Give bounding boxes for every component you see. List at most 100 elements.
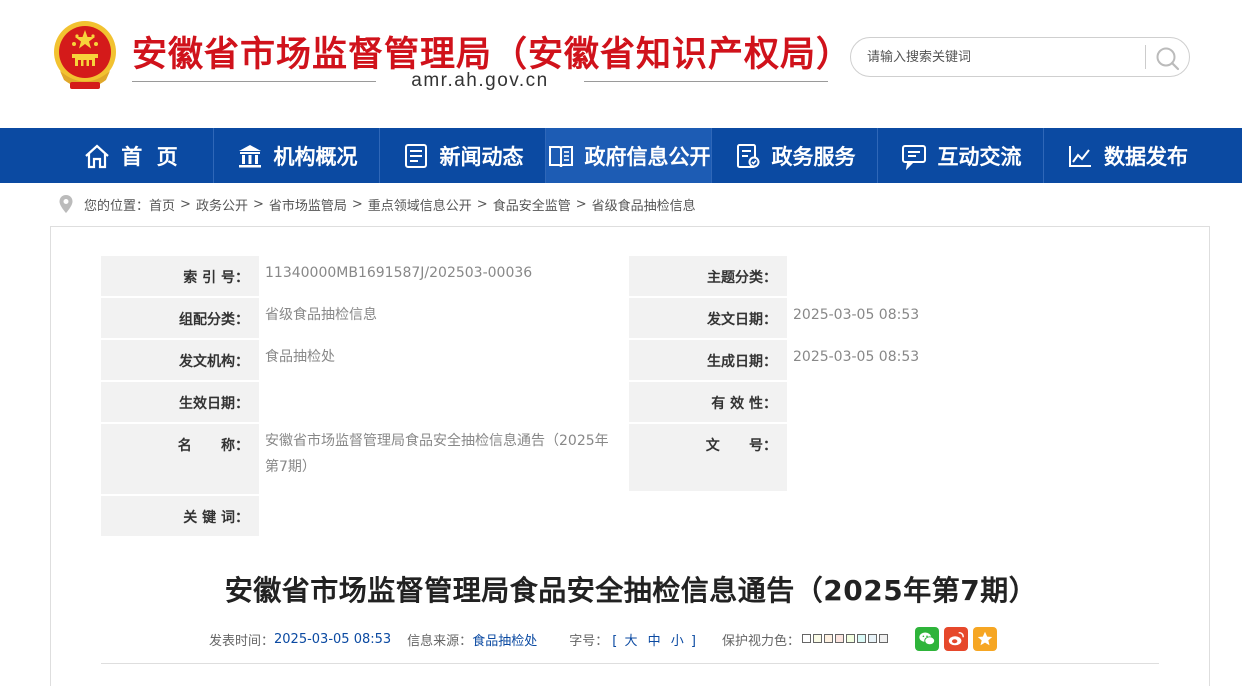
font-size-small-button[interactable]: 小 [671,634,684,649]
source-label: 信息来源： [407,633,473,649]
meta-category-value: 省级食品抽检信息 [259,293,629,333]
metadata-row: 索 引 号： 11340000MB1691587J/202503-00036 主… [101,251,1159,296]
meta-label: 名 称： [101,424,259,494]
eye-care-swatch[interactable] [857,633,866,643]
metadata-row: 名 称： 安徽省市场监督管理局食品安全抽检信息通告（2025年第7期） 文 号： [101,419,1159,494]
meta-gen-date-value: 2025-03-05 08:53 [787,335,1159,375]
nav-label: 机构概况 [273,144,358,169]
meta-label: 发文日期： [629,298,787,338]
breadcrumb-gov-affairs[interactable]: 政务公开 [196,195,248,214]
search-icon [1156,47,1180,71]
meta-topic-value [787,251,1159,291]
eye-care-label: 保护视力色： [721,633,800,649]
metadata-row: 关 键 词： [101,491,1159,536]
publish-label: 发表时间： [209,633,275,649]
publish-time: 2025-03-05 08:53 [274,631,392,647]
breadcrumb-food-safety[interactable]: 食品安全监管 [493,195,571,214]
breadcrumb-separator: > [252,196,264,212]
nav-item-home[interactable]: 首 页 [48,128,214,183]
breadcrumb-key-areas[interactable]: 重点领域信息公开 [368,195,472,214]
chart-icon [1069,145,1091,167]
metadata-row: 组配分类： 省级食品抽检信息 发文日期： 2025-03-05 08:53 [101,293,1159,338]
eye-care-swatch[interactable] [813,633,822,643]
source-value: 食品抽检处 [472,633,538,649]
meta-label: 关 键 词： [101,496,259,536]
chat-icon [901,144,926,170]
eye-care-swatch[interactable] [846,633,855,643]
font-bracket-close: ] [690,633,696,649]
meta-issue-date-value: 2025-03-05 08:53 [787,293,1159,333]
eye-care-swatch[interactable] [824,633,833,643]
site-domain: amr.ah.gov.cn [132,70,828,92]
eye-care-swatch[interactable] [868,633,877,643]
domain-right-rule [584,81,828,82]
article-title: 安徽省市场监督管理局食品安全抽检信息通告（2025年第7期） [224,574,1038,607]
search-button[interactable] [1153,44,1183,72]
font-bracket-open: [ [612,633,618,649]
eye-care-swatch[interactable] [802,633,811,643]
search-input[interactable] [867,46,1137,68]
nav-label: 互动交流 [937,144,1022,169]
main-nav: 首 页 机构概况 新闻动态 政府信息公开 政务服务 互动交流 数据发布 [0,128,1242,183]
book-icon [548,145,573,167]
meta-label: 生效日期： [101,382,259,422]
meta-label: 主题分类： [629,256,787,296]
breadcrumb-current[interactable]: 省级食品抽检信息 [592,195,696,214]
meta-label: 索 引 号： [101,256,259,296]
nav-item-news[interactable]: 新闻动态 [380,128,546,183]
share-wechat-button[interactable] [915,627,939,651]
content-panel: 索 引 号： 11340000MB1691587J/202503-00036 主… [50,226,1210,686]
font-size-large-button[interactable]: 大 [624,634,637,649]
meta-org-value: 食品抽检处 [259,335,629,375]
wechat-icon [919,632,936,646]
eye-care-swatches [800,632,888,647]
share-weibo-button[interactable] [944,627,968,651]
nav-label: 首 页 [121,144,178,169]
breadcrumb-home[interactable]: 首页 [149,195,175,214]
meta-keywords-value [259,491,1159,531]
nav-item-institution[interactable]: 机构概况 [214,128,380,183]
breadcrumb-separator: > [476,196,488,212]
meta-effective-value [259,377,629,417]
nav-label: 数据发布 [1104,144,1188,169]
institution-icon [238,144,261,167]
breadcrumb: 您的位置： 首页 > 政务公开 > 省市场监管局 > 重点领域信息公开 > 食品… [58,193,696,215]
font-size-controls: [ 大 中 小 ] [612,630,696,649]
location-pin-icon [59,195,73,213]
meta-label: 文 号： [629,424,787,494]
breadcrumb-bureau[interactable]: 省市场监管局 [269,195,347,214]
breadcrumb-prefix: 您的位置： [84,198,150,214]
favorite-icon [977,631,993,646]
favorite-button[interactable] [973,627,997,651]
search-box [850,37,1190,77]
meta-label: 生成日期： [629,340,787,380]
domain-text: amr.ah.gov.cn [411,70,549,91]
nav-label: 新闻动态 [439,144,524,169]
meta-label: 组配分类： [101,298,259,338]
nav-item-gov-info[interactable]: 政府信息公开 [546,128,712,183]
nav-item-service[interactable]: 政务服务 [712,128,878,183]
news-icon [404,143,427,168]
font-size-label: 字号： [569,633,609,649]
metadata-row: 发文机构： 食品抽检处 生成日期： 2025-03-05 08:53 [101,335,1159,380]
metadata-table: 索 引 号： 11340000MB1691587J/202503-00036 主… [101,251,1159,538]
home-icon [85,144,109,168]
article-info-bar: 发表时间： 2025-03-05 08:53 信息来源： 食品抽检处 字号： [… [209,627,997,651]
breadcrumb-separator: > [351,196,363,212]
nav-label: 政务服务 [771,144,856,169]
meta-name-value: 安徽省市场监督管理局食品安全抽检信息通告（2025年第7期） [259,419,629,489]
meta-label: 发文机构： [101,340,259,380]
eye-care-swatch[interactable] [879,633,888,643]
nav-item-interaction[interactable]: 互动交流 [878,128,1044,183]
font-size-medium-button[interactable]: 中 [648,634,661,649]
meta-index-value: 11340000MB1691587J/202503-00036 [259,251,629,291]
article-divider [101,663,1159,664]
breadcrumb-separator: > [575,196,587,212]
site-header: 安徽省市场监督管理局（安徽省知识产权局） amr.ah.gov.cn [0,0,1242,128]
breadcrumb-separator: > [180,196,191,212]
national-emblem-icon[interactable] [48,16,122,96]
eye-care-swatch[interactable] [835,633,844,643]
meta-validity-value [787,377,1159,417]
nav-item-data[interactable]: 数据发布 [1044,128,1210,183]
weibo-icon [948,631,964,646]
